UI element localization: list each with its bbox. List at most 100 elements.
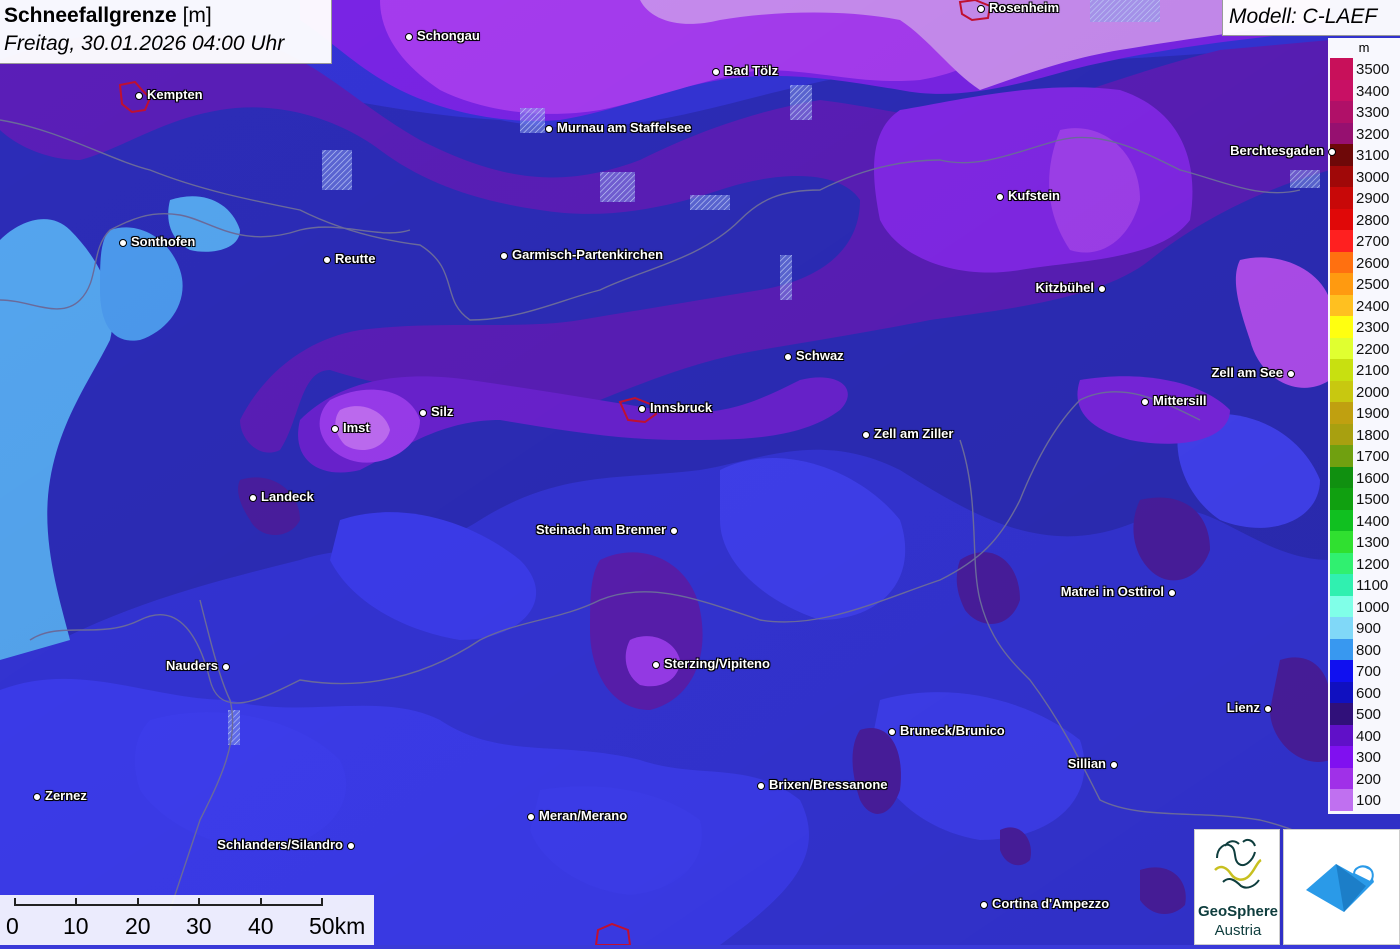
legend-entry: 1700 — [1330, 445, 1400, 467]
city-dot-icon — [996, 193, 1004, 201]
city-dot-icon — [405, 33, 413, 41]
geosphere-logo[interactable]: GeoSphere Austria — [1194, 829, 1280, 945]
city-dot-icon — [419, 409, 427, 417]
legend-entry: 3400 — [1330, 79, 1400, 101]
legend-entry: 2900 — [1330, 187, 1400, 209]
legend-label: 2000 — [1356, 383, 1390, 401]
legend-swatch — [1330, 79, 1353, 101]
city-label: Steinach am Brenner — [535, 522, 666, 537]
legend-label: 1300 — [1356, 534, 1390, 551]
legend-label: 2900 — [1356, 190, 1390, 207]
city-dot-icon — [1328, 148, 1336, 156]
legend-swatch — [1330, 681, 1353, 703]
legend-swatch — [1330, 337, 1353, 359]
legend-swatch — [1330, 445, 1353, 467]
city-dot-icon — [323, 256, 331, 264]
legend-label: 1100 — [1356, 577, 1389, 594]
legend-label: 2300 — [1356, 319, 1390, 336]
legend-swatch — [1330, 703, 1353, 725]
city-label: Cortina d'Ampezzo — [992, 896, 1110, 911]
scale-tick — [260, 898, 262, 906]
legend-swatch — [1330, 380, 1353, 402]
scale-label: 10 — [63, 913, 89, 939]
city-label: Landeck — [261, 489, 314, 504]
city-label: Nauders — [165, 658, 218, 673]
legend-swatch — [1330, 617, 1353, 639]
legend-swatch — [1330, 230, 1353, 252]
city-dot-icon — [527, 813, 535, 821]
snowfall-limit-map[interactable] — [0, 0, 1400, 945]
legend-label: 500 — [1356, 706, 1382, 723]
legend-swatch — [1330, 531, 1353, 553]
scale-tick — [75, 898, 77, 906]
legend-entry: 1100 — [1330, 574, 1400, 596]
legend-swatch — [1330, 552, 1353, 574]
legend-label: 700 — [1356, 663, 1382, 680]
city-dot-icon — [862, 431, 870, 439]
legend-entry: 1600 — [1330, 466, 1400, 488]
city-dot-icon — [1264, 705, 1272, 713]
legend-swatch — [1330, 466, 1353, 488]
legend-swatch — [1330, 58, 1353, 80]
legend-entry: 1000 — [1330, 595, 1400, 617]
geosphere-emblem-icon — [1214, 838, 1262, 889]
city-label: Murnau am Staffelsee — [557, 120, 692, 135]
legend-label: 1200 — [1356, 555, 1390, 573]
legend-label: 600 — [1356, 684, 1382, 702]
legend-entry: 1800 — [1330, 423, 1400, 445]
legend-entry: 2600 — [1330, 251, 1400, 273]
scale-label: 50km — [309, 913, 366, 939]
city-dot-icon — [1168, 589, 1176, 597]
legend-swatch — [1330, 660, 1353, 682]
city-label: Schlanders/Silandro — [217, 837, 343, 852]
legend-entry: 400 — [1330, 724, 1400, 746]
scale-line — [14, 904, 322, 906]
city-label: Zernez — [45, 788, 87, 803]
city-label: Kempten — [147, 87, 203, 102]
legend-swatch — [1330, 767, 1353, 789]
scale-tick — [321, 898, 323, 906]
legend-entry: 700 — [1330, 660, 1400, 682]
legend-swatch — [1330, 316, 1353, 338]
legend-swatch — [1330, 488, 1353, 510]
city-dot-icon — [545, 125, 553, 133]
legend-label: 3000 — [1356, 168, 1390, 186]
legend-entry: 3100 — [1330, 144, 1400, 166]
city-dot-icon — [331, 425, 339, 433]
city-label: Rosenheim — [989, 0, 1060, 15]
legend-swatch — [1330, 208, 1353, 230]
map-timestamp: Freitag, 30.01.2026 04:00 Uhr — [4, 32, 285, 55]
legend-swatch — [1330, 165, 1353, 187]
city-dot-icon — [119, 239, 127, 247]
city-label: Silz — [431, 404, 454, 419]
scale-label: 40 — [248, 913, 274, 939]
legend-swatch — [1330, 423, 1353, 445]
legend-entry: 900 — [1330, 617, 1400, 639]
legend-entry: 1900 — [1330, 402, 1400, 424]
city-dot-icon — [249, 494, 257, 502]
legend-entry: 2800 — [1330, 208, 1400, 230]
city-dot-icon — [1110, 761, 1118, 769]
city-dot-icon — [888, 728, 896, 736]
legend-swatch — [1330, 122, 1353, 144]
city-label: Sillian — [1067, 756, 1106, 771]
city-dot-icon — [652, 661, 660, 669]
legend-label: 2200 — [1356, 340, 1390, 358]
city-label: Schongau — [417, 28, 480, 43]
legend-label: 100 — [1356, 792, 1382, 809]
legend-swatch — [1330, 359, 1353, 381]
city-label: Schwaz — [796, 348, 844, 363]
city-label: Matrei in Osttirol — [1060, 584, 1164, 599]
legend-label: 2500 — [1356, 276, 1390, 293]
city-label: Meran/Merano — [539, 808, 628, 823]
legend-entry: 100 — [1330, 789, 1400, 811]
city-dot-icon — [1287, 370, 1295, 378]
geosphere-name: GeoSphere — [1197, 903, 1279, 920]
legend-swatch — [1330, 101, 1353, 123]
city-dot-icon — [222, 663, 230, 671]
legend-swatch — [1330, 724, 1353, 746]
legend-label: 200 — [1356, 770, 1382, 788]
legend-entry: 2200 — [1330, 337, 1400, 359]
weather-app-logo[interactable] — [1283, 829, 1400, 945]
model-label-box: Modell: C-LAEF — [1222, 0, 1400, 36]
